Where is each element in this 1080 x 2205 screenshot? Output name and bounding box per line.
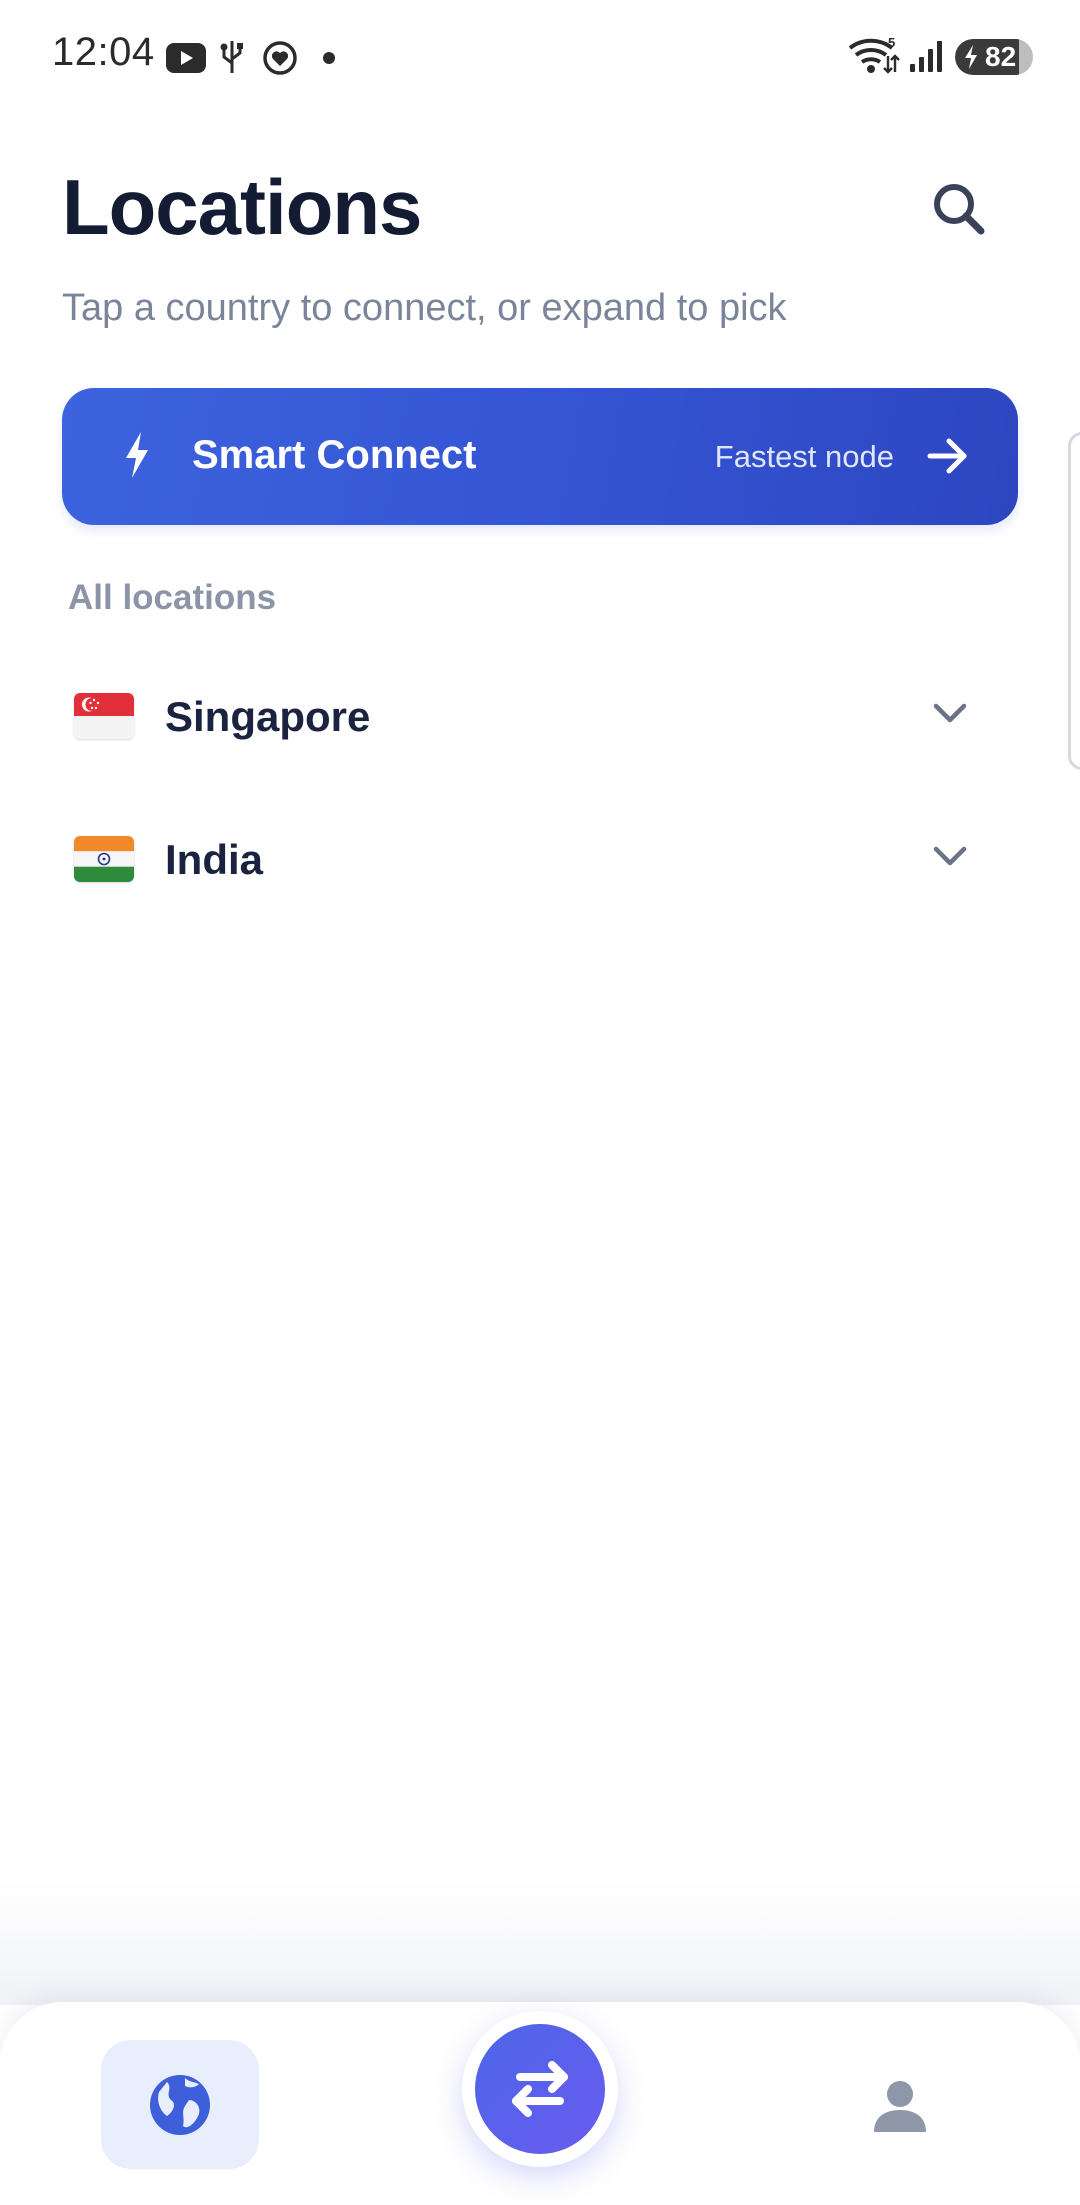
page-title: Locations [62,163,422,251]
chevron-down-icon[interactable] [932,701,968,725]
dot-icon [323,52,335,64]
signal-icon [910,41,942,72]
location-name: Singapore [165,693,371,740]
person-icon [874,2081,926,2132]
wifi-icon: 5 [848,36,900,74]
section-label: All locations [68,578,277,617]
svg-text:5: 5 [888,36,895,50]
india-flag-icon [74,836,134,882]
arrow-right-icon [927,438,967,474]
page-subtitle: Tap a country to connect, or expand to p… [62,287,787,329]
location-row-singapore[interactable]: Singapore [62,657,1018,777]
side-scroll-indicator[interactable] [1068,432,1080,770]
battery-level: 82 [985,41,1017,72]
singapore-flag-icon [74,693,134,739]
location-row-india[interactable]: India [62,800,1018,920]
battery-icon: 82 [955,39,1033,75]
smart-connect-sublabel: Fastest node [714,439,894,474]
bolt-icon [126,432,148,478]
nav-tab-profile[interactable] [866,2072,934,2140]
charging-bolt-icon [965,45,977,69]
smart-connect-button[interactable]: Smart Connect Fastest node [62,388,1018,525]
youtube-icon [166,43,206,73]
bottom-fade [0,1880,1080,2005]
globe-icon [150,2075,210,2135]
smart-connect-label: Smart Connect [192,433,477,477]
usb-icon [220,41,243,73]
location-name: India [165,836,264,883]
chevron-down-icon[interactable] [932,844,968,868]
search-button[interactable] [925,175,995,245]
status-bar: 12:04 5 82 [0,0,1080,115]
swap-arrows-icon [512,2061,568,2117]
connect-fab-button[interactable] [462,2011,618,2167]
nav-tab-locations[interactable] [101,2040,259,2169]
locations-screen: 12:04 5 82 Locations Tap a country to co… [0,0,1080,2205]
heart-badge-icon [263,41,297,75]
search-icon [934,184,985,235]
status-time: 12:04 [52,30,155,74]
